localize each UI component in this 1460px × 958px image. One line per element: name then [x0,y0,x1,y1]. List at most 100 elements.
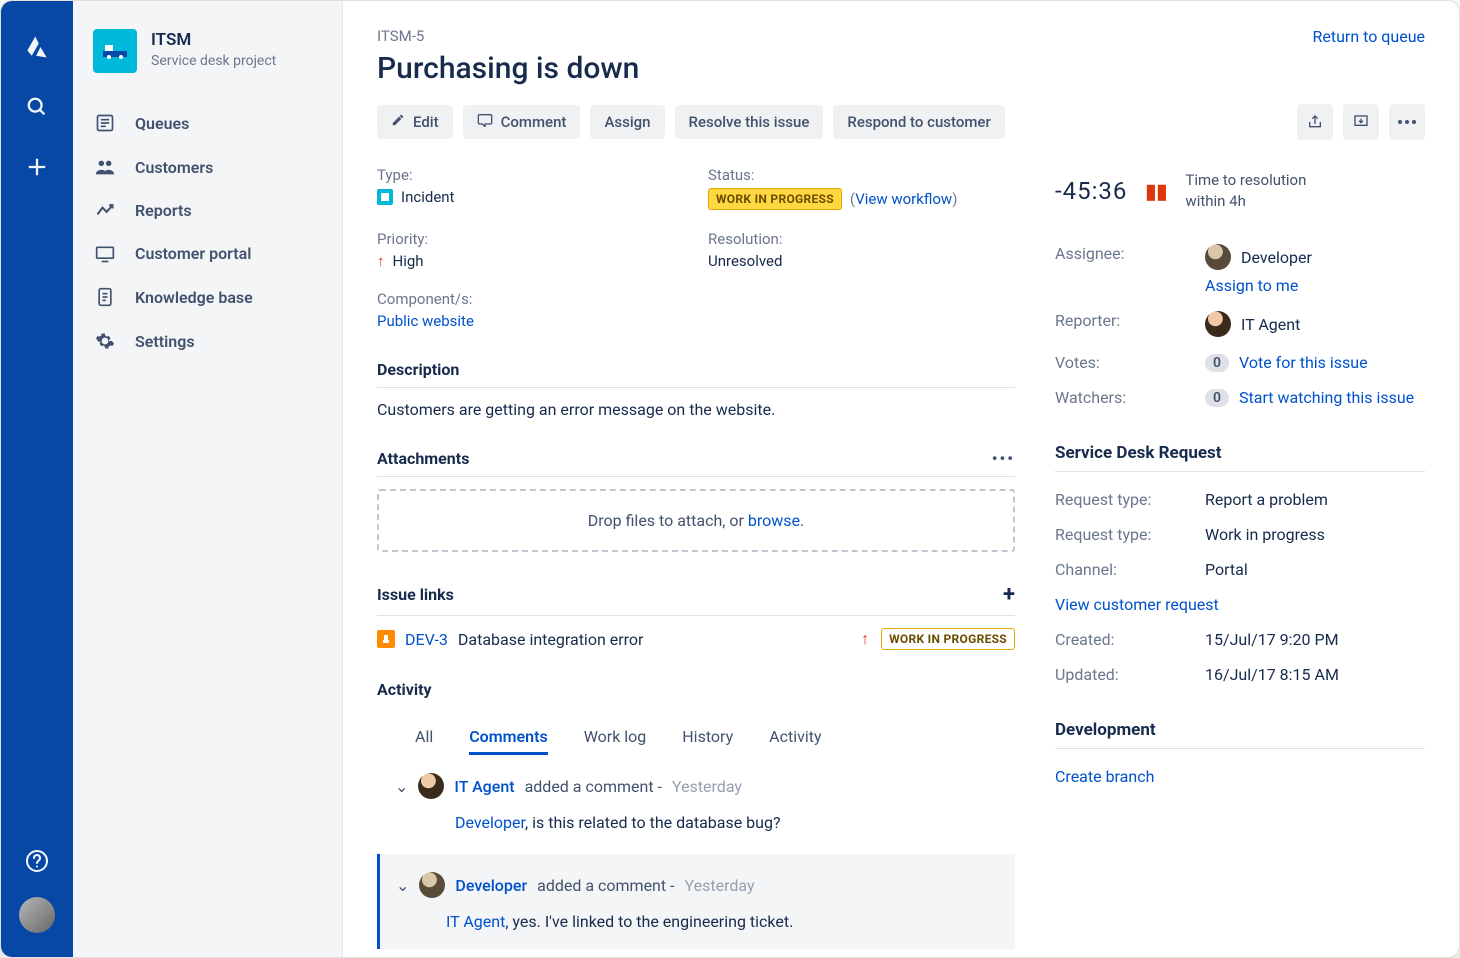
sd-row: Request type:Report a problem [1055,482,1425,517]
field-priority: Priority: ↑High [377,230,684,270]
collapse-icon[interactable]: ⌄ [395,777,408,796]
attachments-dropzone[interactable]: Drop files to attach, or browse. [377,489,1015,552]
activity-heading: Activity [377,680,1015,707]
resolve-button[interactable]: Resolve this issue [675,105,824,139]
queues-icon [93,113,117,133]
tab-worklog[interactable]: Work log [584,721,647,755]
issue-link-row[interactable]: DEV-3 Database integration error ↑ WORK … [377,628,1015,650]
assignee-avatar [1205,244,1231,270]
priority-high-icon: ↑ [377,252,385,270]
sidebar-item-customers[interactable]: Customers [73,145,342,189]
sidebar-item-label: Customers [135,158,213,177]
comment-item: ⌄ Developer added a comment - Yesterday … [377,854,1015,949]
sidebar-item-settings[interactable]: Settings [73,319,342,363]
status-lozenge: WORK IN PROGRESS [708,188,842,210]
issue-links-heading: Issue links + [377,582,1015,616]
project-sidebar: ITSM Service desk project Queues Custome… [73,1,343,957]
profile-avatar[interactable] [19,897,55,933]
incident-type-icon [377,189,393,205]
service-desk-heading: Service Desk Request [1055,443,1425,472]
comment-author[interactable]: Developer [455,876,527,895]
sla-panel: -45:36 ▮▮ Time to resolutionwithin 4h [1055,170,1425,212]
issue-type-icon [377,630,395,648]
sidebar-item-label: Knowledge base [135,288,253,307]
assignee-row: Assignee: Developer Assign to me [1055,236,1425,303]
reporter-row: Reporter: IT Agent [1055,303,1425,345]
sla-time: -45:36 [1055,177,1127,205]
project-avatar-icon [93,29,137,73]
create-branch-link[interactable]: Create branch [1055,767,1154,786]
help-icon[interactable] [19,843,55,879]
priority-high-icon: ↑ [861,629,869,649]
reports-icon [93,202,117,220]
issue-main: ITSM-5 Return to queue Purchasing is dow… [343,1,1459,957]
sidebar-item-knowledge-base[interactable]: Knowledge base [73,275,342,319]
comment-author[interactable]: IT Agent [454,777,514,796]
issue-actions-toolbar: Edit Comment Assign Resolve this issue R… [377,104,1425,140]
sidebar-item-reports[interactable]: Reports [73,189,342,232]
project-subtitle: Service desk project [151,53,276,69]
gear-icon [93,331,117,351]
issue-title: Purchasing is down [377,51,1425,86]
comment-time: Yesterday [685,876,755,895]
edit-button[interactable]: Edit [377,105,453,139]
comment-button[interactable]: Comment [463,105,581,139]
assign-to-me-link[interactable]: Assign to me [1205,276,1425,295]
export-button[interactable] [1343,104,1379,140]
add-link-icon[interactable]: + [1003,582,1015,607]
votes-count: 0 [1205,354,1229,372]
tab-comments[interactable]: Comments [469,721,547,755]
comment-avatar [418,773,444,799]
comment-body: Developer, is this related to the databa… [455,813,1015,832]
tab-activity[interactable]: Activity [769,721,821,755]
comment-icon [477,113,493,131]
field-type: Type: Incident [377,166,684,210]
linked-status-lozenge: WORK IN PROGRESS [881,628,1015,650]
tab-all[interactable]: All [415,721,433,755]
comment-body: IT Agent, yes. I've linked to the engine… [446,912,999,931]
sidebar-item-queues[interactable]: Queues [73,101,342,145]
monitor-icon [93,245,117,263]
browse-link[interactable]: browse [748,511,800,530]
watchers-row: Watchers: 0Start watching this issue [1055,380,1425,415]
attachments-more-icon[interactable]: ••• [992,449,1015,468]
view-workflow-link[interactable]: View workflow [855,190,952,208]
votes-row: Votes: 0Vote for this issue [1055,345,1425,380]
updated-row: Updated:16/Jul/17 8:15 AM [1055,657,1425,692]
view-customer-request-link[interactable]: View customer request [1055,587,1425,622]
sd-row: Request type:Work in progress [1055,517,1425,552]
search-icon[interactable] [19,89,55,125]
product-logo-icon[interactable] [19,29,55,65]
collapse-icon[interactable]: ⌄ [396,876,409,895]
sidebar-item-label: Reports [135,201,192,220]
description-heading: Description [377,360,1015,388]
document-icon [93,287,117,307]
vote-link[interactable]: Vote for this issue [1239,353,1368,372]
component-link[interactable]: Public website [377,312,474,330]
user-mention[interactable]: Developer [455,813,525,832]
assign-button[interactable]: Assign [590,105,664,139]
project-name: ITSM [151,29,276,51]
field-resolution: Resolution: Unresolved [708,230,1015,270]
comment-item: ⌄ IT Agent added a comment - Yesterday D… [377,773,1015,832]
project-header: ITSM Service desk project [73,29,342,101]
sidebar-item-customer-portal[interactable]: Customer portal [73,232,342,275]
global-nav-rail [1,1,73,957]
breadcrumb[interactable]: ITSM-5 [377,27,1425,45]
field-status: Status: WORK IN PROGRESS (View workflow) [708,166,1015,210]
attachments-heading: Attachments ••• [377,449,1015,477]
user-mention[interactable]: IT Agent [446,912,505,931]
tab-history[interactable]: History [682,721,733,755]
sidebar-item-label: Settings [135,332,195,351]
more-actions-button[interactable] [1389,104,1425,140]
watch-link[interactable]: Start watching this issue [1239,388,1414,407]
return-to-queue-link[interactable]: Return to queue [1313,27,1426,46]
pause-icon: ▮▮ [1145,179,1167,203]
customers-icon [93,157,117,177]
linked-issue-key[interactable]: DEV-3 [405,630,448,649]
comment-avatar [419,872,445,898]
sd-row: Channel:Portal [1055,552,1425,587]
share-button[interactable] [1297,104,1333,140]
create-icon[interactable] [19,149,55,185]
respond-button[interactable]: Respond to customer [833,105,1004,139]
